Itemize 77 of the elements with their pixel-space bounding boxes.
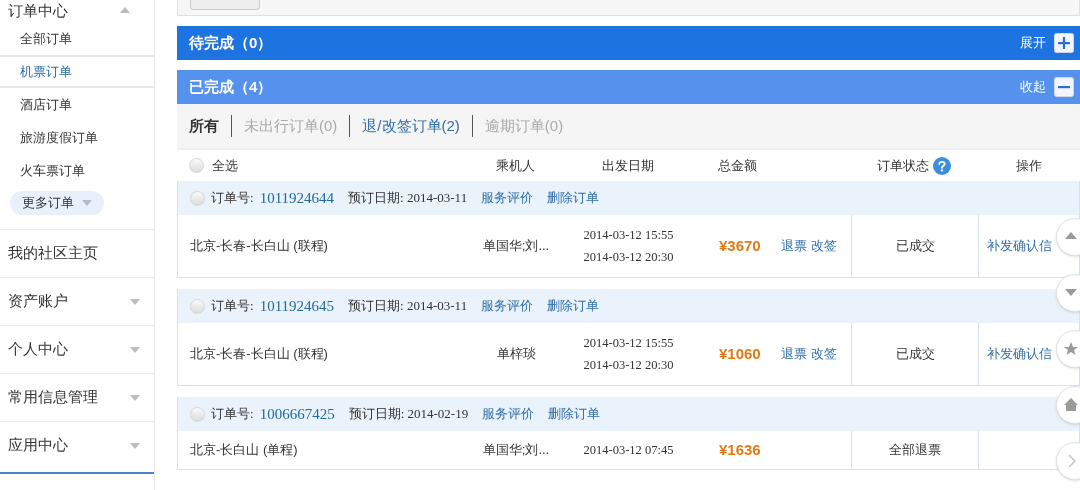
departure-time: 2014-03-12 15:55	[583, 334, 674, 352]
order-number[interactable]: 1011924644	[259, 186, 335, 210]
order-status: 已成交	[895, 345, 935, 364]
order-link[interactable]: 服务评价	[481, 188, 534, 208]
column-header: 操作	[1015, 156, 1042, 175]
order-checkbox[interactable]	[190, 190, 205, 206]
order-link[interactable]: 删除订单	[548, 404, 601, 424]
order-link[interactable]: 删除订单	[547, 188, 600, 208]
price: ¥1636	[718, 439, 762, 460]
price: ¥1060	[718, 343, 762, 364]
order-link[interactable]: 服务评价	[482, 404, 535, 424]
toggle-label[interactable]: 收起	[1020, 77, 1046, 97]
sidebar-heading: 订单中心	[8, 2, 68, 18]
booking-date: 预订日期: 2014-03-11	[348, 297, 468, 316]
order-number-label: 订单号:	[211, 297, 254, 316]
filter-tab[interactable]: 所有	[189, 114, 219, 138]
sidebar-section[interactable]: 个人中心	[0, 325, 154, 373]
column-header: 出发日期	[601, 156, 654, 175]
select-all-checkbox[interactable]	[189, 158, 204, 173]
departure-time: 2014-03-12 07:45	[583, 441, 674, 459]
order-action-link[interactable]: 改签	[811, 236, 837, 256]
column-header: 订单状态	[876, 156, 929, 175]
order-number[interactable]: 1006667425	[259, 402, 335, 426]
price: ¥3670	[718, 235, 762, 256]
resend-confirmation-link[interactable]: 补发确认信	[987, 344, 1052, 364]
panel-title: 已完成（4）	[189, 76, 273, 97]
sidebar-section[interactable]: 我的社区主页	[0, 229, 154, 277]
sidebar-section[interactable]: 常用信息管理	[0, 373, 154, 421]
column-header: 总金额	[718, 156, 757, 175]
help-icon[interactable]	[932, 156, 951, 175]
order-status: 已成交	[895, 237, 935, 256]
toggle-label[interactable]: 展开	[1020, 33, 1046, 53]
sidebar-item[interactable]: 酒店订单	[0, 88, 154, 121]
caret-down-icon	[130, 346, 140, 353]
column-header: 乘机人	[495, 156, 535, 175]
order-status: 全部退票	[889, 441, 941, 460]
panel-header[interactable]: 待完成（0） 展开	[177, 26, 1080, 60]
booking-date: 预订日期: 2014-02-19	[348, 405, 469, 424]
departure-time: 2014-03-12 20:30	[583, 248, 674, 266]
plus-icon[interactable]	[1054, 33, 1074, 53]
order-action-link[interactable]: 改签	[811, 344, 837, 364]
sidebar-section[interactable]: 资产账户	[0, 277, 154, 325]
sidebar-section[interactable]: 应用中心	[0, 421, 154, 469]
filter-tab[interactable]: 退/改签订单(2)	[362, 114, 460, 138]
passenger: 单梓琰	[495, 345, 537, 364]
order-number-label: 订单号:	[211, 189, 254, 208]
sidebar-item[interactable]: 旅游度假订单	[0, 121, 154, 154]
panel-title: 待完成（0）	[189, 32, 273, 53]
passenger: 单国华;刘...	[481, 237, 551, 256]
booking-date: 预订日期: 2014-03-11	[348, 189, 468, 208]
order-number[interactable]: 1011924645	[259, 294, 335, 318]
caret-down-icon	[130, 442, 140, 449]
caret-down-icon	[130, 394, 140, 401]
more-orders-button[interactable]: 更多订单	[10, 191, 104, 215]
departure-time: 2014-03-12 20:30	[583, 356, 674, 374]
route: 北京-长春-长白山 (联程)	[189, 345, 329, 364]
order-checkbox[interactable]	[190, 406, 205, 422]
select-all-label: 全选	[212, 156, 238, 175]
order-action-link[interactable]: 退票	[781, 344, 807, 364]
order-action-link[interactable]: 退票	[781, 236, 807, 256]
order-checkbox[interactable]	[190, 298, 205, 314]
sidebar-item[interactable]: 火车票订单	[0, 154, 154, 187]
departure-time: 2014-03-12 15:55	[583, 226, 674, 244]
sidebar-item[interactable]: 全部订单	[0, 22, 154, 55]
resend-confirmation-link[interactable]: 补发确认信	[987, 236, 1052, 256]
order-link[interactable]: 删除订单	[547, 296, 600, 316]
sidebar-item[interactable]: 机票订单	[0, 55, 154, 88]
caret-down-icon	[82, 200, 92, 206]
panel-header[interactable]: 已完成（4） 收起	[177, 70, 1080, 104]
order-number-label: 订单号:	[211, 405, 254, 424]
caret-up-icon	[120, 7, 130, 13]
route: 北京-长春-长白山 (联程)	[189, 237, 329, 256]
order-link[interactable]: 服务评价	[481, 296, 534, 316]
minus-icon[interactable]	[1054, 77, 1074, 97]
route: 北京-长白山 (单程)	[189, 441, 299, 460]
passenger: 单国华;刘...	[481, 441, 551, 460]
caret-down-icon	[130, 298, 140, 305]
